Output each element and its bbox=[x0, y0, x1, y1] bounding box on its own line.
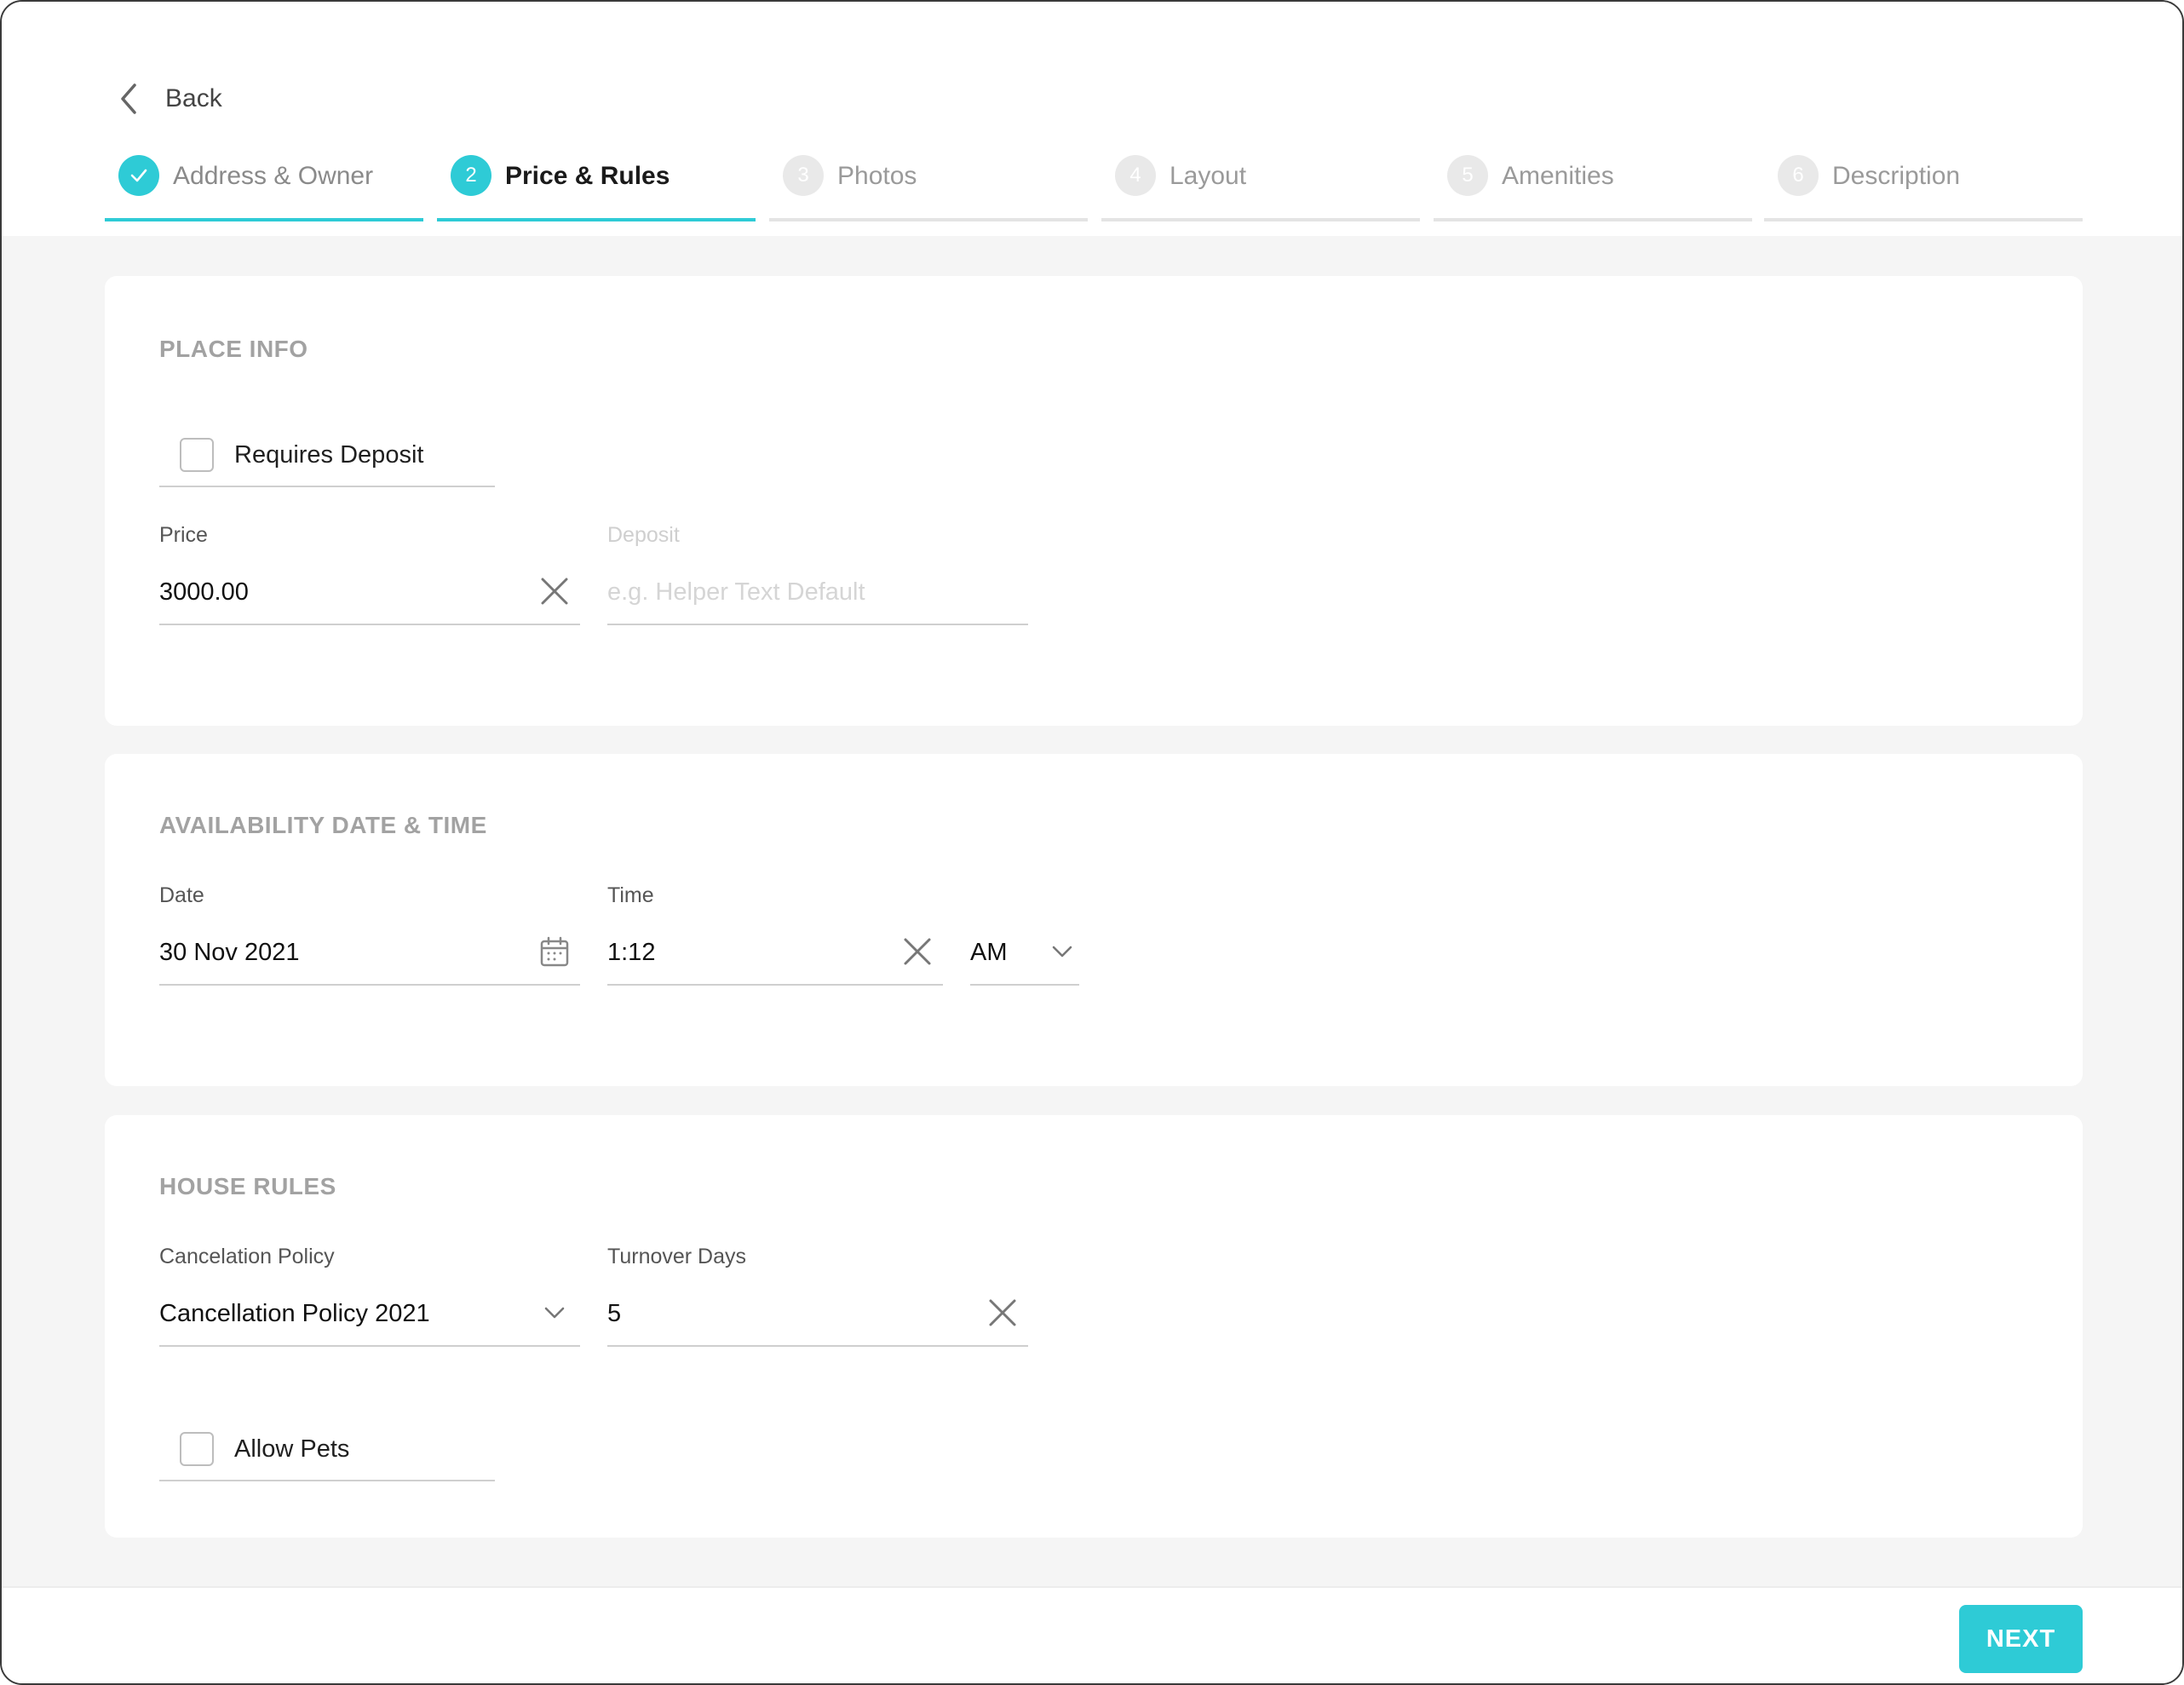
stepper: Address & Owner 2 Price & Rules 3 Photos… bbox=[105, 152, 2083, 221]
step-label: Photos bbox=[837, 162, 917, 190]
step-number: 6 bbox=[1778, 155, 1819, 196]
date-input[interactable] bbox=[159, 931, 580, 974]
step-number: 4 bbox=[1115, 155, 1156, 196]
step-address-owner[interactable]: Address & Owner bbox=[105, 152, 423, 221]
deposit-input[interactable] bbox=[607, 571, 1028, 613]
meridiem-select[interactable]: AM bbox=[970, 883, 1079, 986]
app-window: Back Address & Owner 2 Price & Rules 3 P… bbox=[0, 0, 2184, 1685]
next-button[interactable]: NEXT bbox=[1959, 1605, 2083, 1673]
date-field: Date bbox=[159, 883, 580, 986]
price-input[interactable] bbox=[159, 571, 580, 613]
deposit-control bbox=[607, 571, 1028, 625]
turnover-days-input[interactable] bbox=[607, 1292, 1028, 1335]
cancelation-policy-value: Cancellation Policy 2021 bbox=[159, 1300, 430, 1327]
back-button[interactable]: Back bbox=[116, 77, 222, 121]
checkbox-label: Allow Pets bbox=[234, 1435, 350, 1463]
field-label: Time bbox=[607, 883, 654, 907]
calendar-icon[interactable] bbox=[537, 935, 572, 969]
step-layout[interactable]: 4 Layout bbox=[1101, 152, 1420, 221]
checkbox-label: Requires Deposit bbox=[234, 440, 424, 469]
field-label: Date bbox=[159, 883, 204, 907]
chevron-left-icon bbox=[121, 83, 136, 114]
check-icon bbox=[130, 169, 147, 182]
step-number: 2 bbox=[451, 155, 491, 196]
time-field: Time bbox=[607, 883, 943, 986]
field-label: Price bbox=[159, 523, 208, 547]
house-rules-card: HOUSE RULES Cancelation Policy Cancellat… bbox=[105, 1115, 2083, 1538]
time-input[interactable] bbox=[607, 931, 943, 974]
checkbox-box[interactable] bbox=[180, 1432, 214, 1466]
clear-icon[interactable] bbox=[900, 935, 934, 969]
chevron-down-icon[interactable] bbox=[537, 1296, 572, 1330]
step-label: Layout bbox=[1170, 162, 1247, 190]
wizard-header: Back Address & Owner 2 Price & Rules 3 P… bbox=[2, 2, 2182, 236]
price-control bbox=[159, 571, 580, 625]
chevron-down-icon[interactable] bbox=[1045, 935, 1079, 969]
availability-card: AVAILABILITY DATE & TIME Date 30 Nov 202… bbox=[105, 754, 2083, 1086]
step-label: Amenities bbox=[1502, 162, 1614, 190]
cancelation-policy-control[interactable]: Cancellation Policy 2021 bbox=[159, 1292, 580, 1347]
step-progress-bar bbox=[1764, 218, 2083, 221]
clear-icon[interactable] bbox=[537, 574, 572, 608]
checkbox-box[interactable] bbox=[180, 438, 214, 472]
field-label: Turnover Days bbox=[607, 1245, 747, 1268]
field-label: Deposit bbox=[607, 523, 680, 547]
step-label: Address & Owner bbox=[173, 162, 374, 190]
turnover-days-control bbox=[607, 1292, 1028, 1347]
deposit-field: Deposit bbox=[607, 523, 1028, 625]
step-number: 3 bbox=[783, 155, 824, 196]
step-label: Description bbox=[1832, 162, 1961, 190]
step-complete-indicator bbox=[118, 155, 159, 196]
step-photos[interactable]: 3 Photos bbox=[769, 152, 1088, 221]
step-number: 5 bbox=[1447, 155, 1488, 196]
section-title: HOUSE RULES bbox=[159, 1173, 336, 1199]
field-label: Cancelation Policy bbox=[159, 1245, 335, 1268]
date-control bbox=[159, 931, 580, 986]
step-progress-bar bbox=[1434, 218, 1752, 221]
allow-pets-checkbox[interactable]: Allow Pets bbox=[159, 1418, 495, 1481]
price-field: Price bbox=[159, 523, 580, 625]
back-label: Back bbox=[165, 84, 222, 112]
step-label: Price & Rules bbox=[505, 162, 670, 190]
meridiem-control[interactable]: AM bbox=[970, 931, 1079, 986]
step-progress-bar bbox=[437, 218, 756, 221]
cancelation-policy-select[interactable]: Cancelation Policy Cancellation Policy 2… bbox=[159, 1245, 580, 1347]
step-amenities[interactable]: 5 Amenities bbox=[1434, 152, 1752, 221]
step-progress-bar bbox=[769, 218, 1088, 221]
section-title: AVAILABILITY DATE & TIME bbox=[159, 812, 487, 838]
clear-icon[interactable] bbox=[986, 1296, 1020, 1330]
section-title: PLACE INFO bbox=[159, 336, 308, 362]
step-description[interactable]: 6 Description bbox=[1764, 152, 2083, 221]
wizard-footer: NEXT bbox=[2, 1586, 2182, 1683]
turnover-days-field: Turnover Days bbox=[607, 1245, 1028, 1347]
step-progress-bar bbox=[1101, 218, 1420, 221]
step-price-rules[interactable]: 2 Price & Rules bbox=[437, 152, 756, 221]
form-content: PLACE INFO Requires Deposit Price Deposi… bbox=[2, 236, 2182, 1586]
time-control bbox=[607, 931, 943, 986]
requires-deposit-checkbox[interactable]: Requires Deposit bbox=[159, 424, 495, 487]
place-info-card: PLACE INFO Requires Deposit Price Deposi… bbox=[105, 276, 2083, 726]
step-progress-bar bbox=[105, 218, 423, 221]
field-label-spacer bbox=[970, 883, 1079, 917]
